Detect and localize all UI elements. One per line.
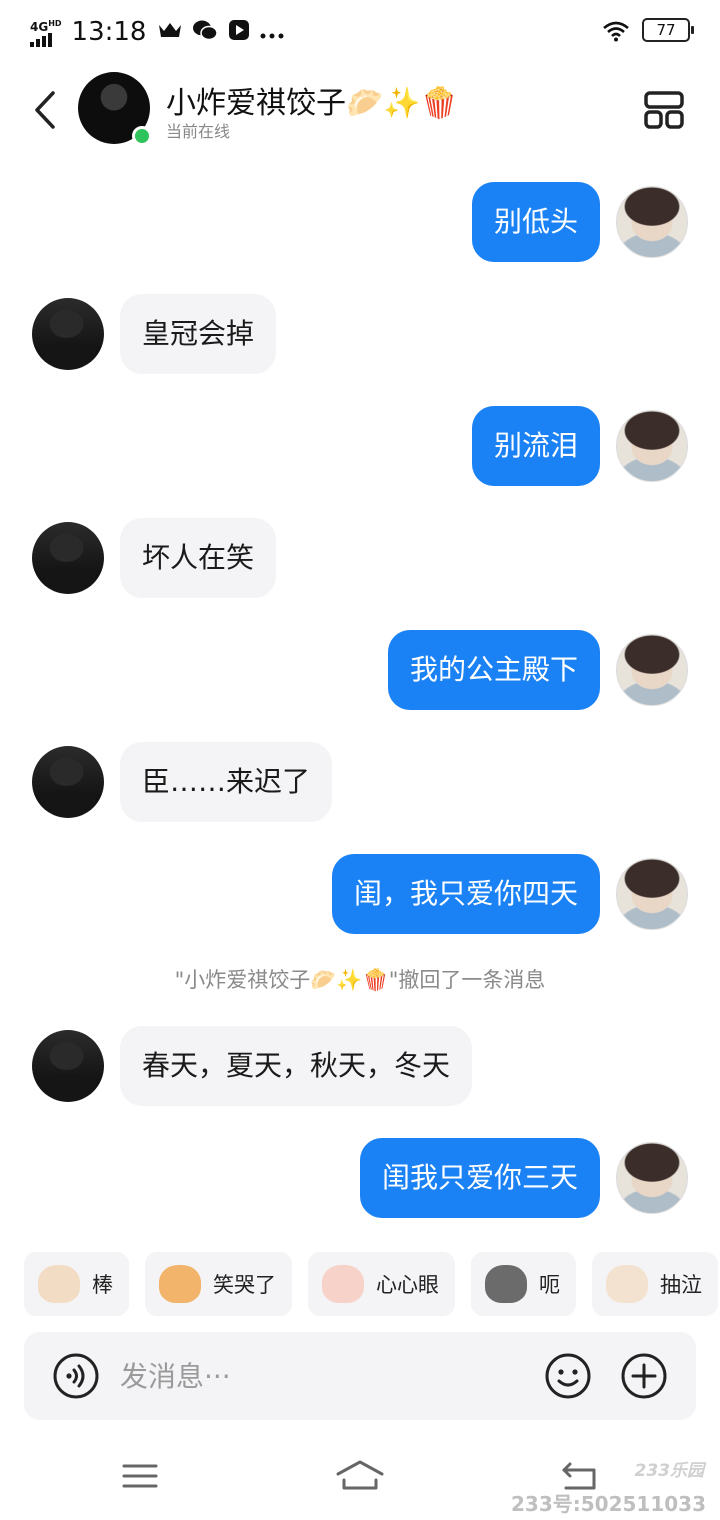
contact-name[interactable]: 小炸爱祺饺子🥟✨🍿 [166, 78, 458, 122]
sticker-label: 抽泣 [660, 1273, 702, 1297]
plus-icon [621, 1353, 667, 1399]
message-row-outgoing: 别低头 [471, 182, 688, 262]
quick-sticker-laugh-cry[interactable]: 笑哭了 [145, 1252, 292, 1316]
message-row-incoming: 臣……来迟了 [32, 742, 333, 822]
contact-avatar[interactable] [32, 298, 104, 370]
chevron-left-icon [35, 91, 55, 129]
sticker-label: 笑哭了 [213, 1273, 276, 1297]
quick-sticker-bang[interactable]: 棒 [24, 1252, 129, 1316]
home-icon [336, 1460, 384, 1490]
emoji-button[interactable] [544, 1352, 592, 1400]
heart-eyes-sticker-icon [322, 1265, 364, 1303]
video-app-icon [228, 19, 250, 46]
message-bubble[interactable]: 皇冠会掉 [120, 294, 277, 374]
status-time: 13:18 [71, 17, 147, 47]
message-bubble[interactable]: 别流泪 [471, 406, 600, 486]
wifi-icon [602, 19, 630, 42]
wechat-icon [192, 19, 219, 46]
contact-status: 当前在线 [166, 122, 231, 141]
voice-input-button[interactable] [52, 1352, 100, 1400]
sticker-label: 心心眼 [376, 1273, 439, 1297]
message-row-outgoing: 我的公主殿下 [387, 630, 688, 710]
message-row-outgoing: 闺我只爱你三天 [359, 1138, 688, 1218]
message-bubble[interactable]: 我的公主殿下 [387, 630, 600, 710]
smiley-icon [545, 1353, 591, 1399]
grey-cat-sticker-icon [485, 1265, 527, 1303]
battery-level: 77 [656, 21, 676, 39]
cellular-signal-icon: 4GHD [30, 18, 62, 47]
more-notifications-icon [260, 20, 284, 44]
contact-avatar[interactable] [32, 746, 104, 818]
my-avatar[interactable] [616, 634, 688, 706]
cat-sticker-icon [38, 1265, 80, 1303]
message-row-outgoing: 别流泪 [471, 406, 688, 486]
message-row-incoming: 皇冠会掉 [32, 294, 277, 374]
message-bubble[interactable]: 别低头 [471, 182, 600, 262]
message-row-incoming: 春天，夏天，秋天，冬天 [32, 1026, 473, 1106]
message-bubble[interactable]: 闺，我只爱你四天 [331, 854, 600, 934]
chat-header: 小炸爱祺饺子🥟✨🍿 当前在线 [0, 64, 720, 156]
status-bar: 4GHD 13:18 77 [0, 0, 720, 64]
quick-sticker-bar[interactable]: 棒 笑哭了 心心眼 呃 抽泣 [24, 1252, 720, 1316]
my-avatar[interactable] [616, 186, 688, 258]
contact-avatar[interactable] [32, 1030, 104, 1102]
voice-icon [53, 1353, 99, 1399]
my-avatar[interactable] [616, 858, 688, 930]
recall-notice: "小炸爱祺饺子🥟✨🍿"撤回了一条消息 [174, 968, 546, 992]
recent-apps-button[interactable] [118, 1456, 162, 1496]
crying-cat-sticker-icon [606, 1265, 648, 1303]
quick-sticker-uh[interactable]: 呃 [471, 1252, 576, 1316]
shiba-sticker-icon [159, 1265, 201, 1303]
message-bubble[interactable]: 臣……来迟了 [120, 742, 333, 822]
sticker-label: 呃 [539, 1273, 560, 1297]
quick-sticker-heart-eyes[interactable]: 心心眼 [308, 1252, 455, 1316]
message-composer [24, 1332, 696, 1420]
my-avatar[interactable] [616, 1142, 688, 1214]
message-bubble[interactable]: 坏人在笑 [120, 518, 277, 598]
watermark-id: 233号:502511033 [511, 1492, 706, 1516]
back-button[interactable] [30, 88, 60, 132]
message-row-incoming: 坏人在笑 [32, 518, 277, 598]
contact-avatar[interactable] [32, 522, 104, 594]
grid-menu-icon [644, 91, 684, 129]
online-indicator [132, 126, 152, 146]
battery-icon: 77 [642, 18, 694, 42]
watermark-logo: 233乐园 [634, 1461, 705, 1481]
message-bubble[interactable]: 闺我只爱你三天 [359, 1138, 600, 1218]
chat-settings-button[interactable] [644, 90, 684, 130]
my-avatar[interactable] [616, 410, 688, 482]
message-input[interactable] [120, 1352, 520, 1400]
crown-icon [158, 20, 182, 44]
message-bubble[interactable]: 春天，夏天，秋天，冬天 [120, 1026, 473, 1106]
quick-sticker-sob[interactable]: 抽泣 [592, 1252, 718, 1316]
menu-lines-icon [122, 1464, 158, 1488]
chat-message-list[interactable]: 别低头 皇冠会掉 别流泪 坏人在笑 我的公主殿下 臣……来迟了 闺，我只爱你四天… [0, 156, 720, 1246]
message-row-outgoing: 闺，我只爱你四天 [331, 854, 688, 934]
sticker-label: 棒 [92, 1273, 113, 1297]
home-button[interactable] [334, 1456, 386, 1496]
more-actions-button[interactable] [620, 1352, 668, 1400]
